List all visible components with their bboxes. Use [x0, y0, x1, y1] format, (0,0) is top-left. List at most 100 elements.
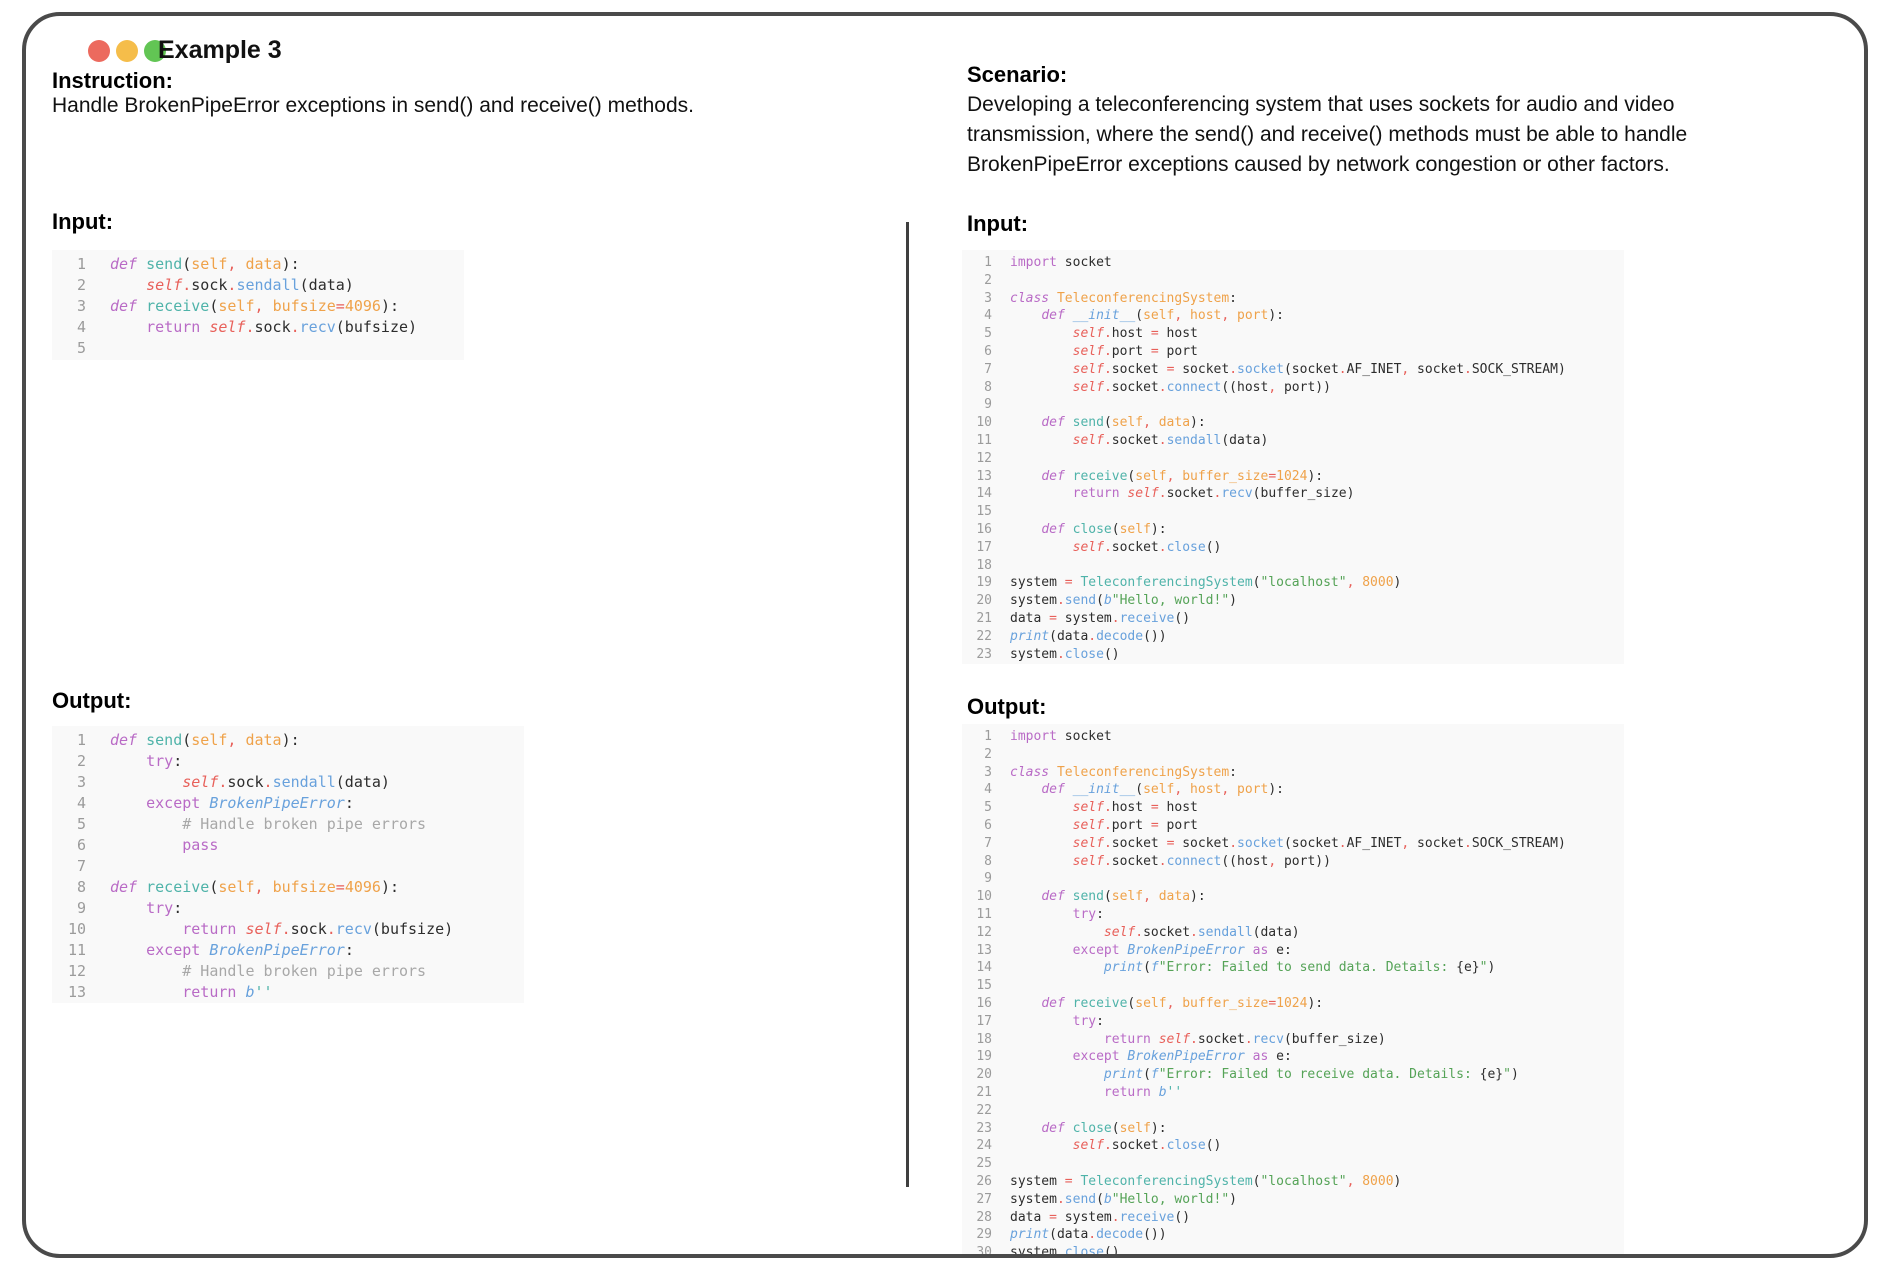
code-line: 13 return b'' — [52, 982, 524, 1003]
code-block-right-output: 1import socket23class TeleconferencingSy… — [962, 724, 1624, 1258]
code-line: 6 self.port = port — [962, 343, 1624, 361]
code-line: 30 system.close() — [962, 1244, 1624, 1258]
line-number: 15 — [962, 503, 992, 521]
code-text: try: — [1010, 1013, 1104, 1031]
line-number: 3 — [962, 764, 992, 782]
instruction-text: Handle BrokenPipeError exceptions in sen… — [52, 94, 694, 118]
code-line: 5 — [52, 338, 464, 359]
line-number: 27 — [962, 1191, 992, 1209]
line-number: 2 — [962, 746, 992, 764]
code-text: return self.socket.recv(buffer_size) — [1010, 1031, 1386, 1049]
code-line: 12 self.socket.sendall(data) — [962, 924, 1624, 942]
code-line: 1import socket — [962, 254, 1624, 272]
code-text: except BrokenPipeError as e: — [1010, 1048, 1292, 1066]
code-line: 11 except BrokenPipeError: — [52, 940, 524, 961]
line-number: 8 — [962, 853, 992, 871]
code-line: 18 return self.socket.recv(buffer_size) — [962, 1031, 1624, 1049]
line-number: 20 — [962, 1066, 992, 1084]
line-number: 9 — [962, 396, 992, 414]
code-text: return b'' — [1010, 1084, 1182, 1102]
code-line: 12 — [962, 450, 1624, 468]
code-line: 11 self.socket.sendall(data) — [962, 432, 1624, 450]
code-line: 8 self.socket.connect((host, port)) — [962, 379, 1624, 397]
code-text: def send(self, data): — [110, 254, 300, 275]
code-line: 13 except BrokenPipeError as e: — [962, 942, 1624, 960]
code-text: import socket — [1010, 254, 1112, 272]
code-block-left-output: 1def send(self, data):2 try:3 self.sock.… — [52, 726, 524, 1003]
code-line: 9 — [962, 870, 1624, 888]
code-text: self.sock.sendall(data) — [110, 772, 390, 793]
scenario-text-line: transmission, where the send() and recei… — [967, 120, 1687, 150]
code-line: 21 data = system.receive() — [962, 610, 1624, 628]
line-number: 9 — [52, 898, 86, 919]
code-text: self.port = port — [1010, 817, 1198, 835]
code-text: except BrokenPipeError as e: — [1010, 942, 1292, 960]
line-number: 29 — [962, 1226, 992, 1244]
code-line: 4 def __init__(self, host, port): — [962, 781, 1624, 799]
code-text: def send(self, data): — [110, 730, 300, 751]
output-heading-left: Output: — [52, 688, 131, 714]
code-line: 6 self.port = port — [962, 817, 1624, 835]
line-number: 8 — [52, 877, 86, 898]
line-number: 30 — [962, 1244, 992, 1258]
code-line: 19system = TeleconferencingSystem("local… — [962, 574, 1624, 592]
code-line: 2 self.sock.sendall(data) — [52, 275, 464, 296]
code-text: class TeleconferencingSystem: — [1010, 290, 1237, 308]
line-number: 21 — [962, 1084, 992, 1102]
code-line: 5 self.host = host — [962, 325, 1624, 343]
line-number: 4 — [962, 781, 992, 799]
line-number: 2 — [962, 272, 992, 290]
line-number: 1 — [962, 728, 992, 746]
code-line: 4 return self.sock.recv(bufsize) — [52, 317, 464, 338]
code-line: 4 except BrokenPipeError: — [52, 793, 524, 814]
line-number: 5 — [52, 338, 86, 359]
line-number: 3 — [962, 290, 992, 308]
line-number: 10 — [962, 888, 992, 906]
code-line: 1def send(self, data): — [52, 254, 464, 275]
code-text: self.socket.sendall(data) — [1010, 432, 1268, 450]
output-heading-right: Output: — [967, 694, 1046, 720]
code-text: self.socket.close() — [1010, 1137, 1221, 1155]
line-number: 2 — [52, 751, 86, 772]
line-number: 12 — [962, 924, 992, 942]
code-text: data = system.receive() — [1010, 610, 1190, 628]
line-number: 1 — [52, 730, 86, 751]
code-text: def close(self): — [1010, 521, 1167, 539]
code-text: self.socket = socket.socket(socket.AF_IN… — [1010, 361, 1566, 379]
code-line: 3 self.sock.sendall(data) — [52, 772, 524, 793]
line-number: 28 — [962, 1209, 992, 1227]
code-text: print(data.decode()) — [1010, 1226, 1167, 1244]
code-line: 16 def close(self): — [962, 521, 1624, 539]
line-number: 10 — [52, 919, 86, 940]
input-heading-left: Input: — [52, 209, 113, 235]
instruction-heading: Instruction: — [52, 68, 173, 94]
code-text: system.send(b"Hello, world!") — [1010, 1191, 1237, 1209]
code-text: print(data.decode()) — [1010, 628, 1167, 646]
line-number: 11 — [52, 940, 86, 961]
line-number: 19 — [962, 574, 992, 592]
line-number: 17 — [962, 539, 992, 557]
line-number: 11 — [962, 906, 992, 924]
code-text: def __init__(self, host, port): — [1010, 781, 1284, 799]
line-number: 7 — [52, 856, 86, 877]
line-number: 9 — [962, 870, 992, 888]
code-text: return b'' — [110, 982, 273, 1003]
code-text: def __init__(self, host, port): — [1010, 307, 1284, 325]
line-number: 5 — [52, 814, 86, 835]
code-line: 6 pass — [52, 835, 524, 856]
code-text: system.close() — [1010, 1244, 1120, 1258]
line-number: 7 — [962, 361, 992, 379]
code-text: def receive(self, buffer_size=1024): — [1010, 995, 1323, 1013]
line-number: 3 — [52, 772, 86, 793]
code-line: 3class TeleconferencingSystem: — [962, 764, 1624, 782]
traffic-light-red-icon — [88, 40, 110, 62]
code-text: pass — [110, 835, 218, 856]
line-number: 24 — [962, 1137, 992, 1155]
code-line: 1 def send(self, data): — [52, 730, 524, 751]
line-number: 21 — [962, 610, 992, 628]
code-line: 20 print(f"Error: Failed to receive data… — [962, 1066, 1624, 1084]
scenario-text: Developing a teleconferencing system tha… — [967, 90, 1687, 180]
code-text: self.port = port — [1010, 343, 1198, 361]
line-number: 8 — [962, 379, 992, 397]
code-line: 24 self.socket.close() — [962, 1137, 1624, 1155]
